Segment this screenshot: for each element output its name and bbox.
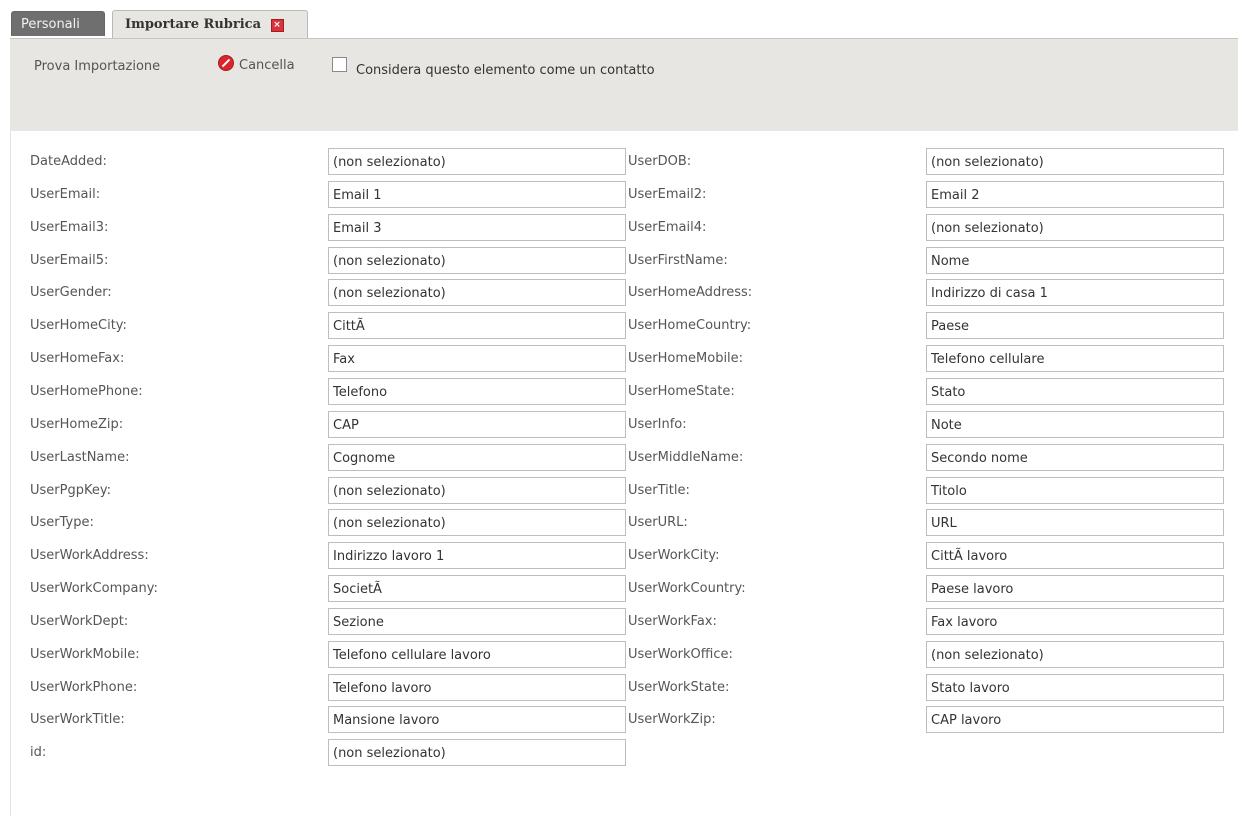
field-label: UserEmail3: [30,220,109,235]
field-mapping-select[interactable]: SocietÃ [328,575,626,602]
field-label: UserWorkCompany: [30,581,158,596]
field-mapping-select[interactable]: CAP [328,411,626,438]
close-icon[interactable]: × [270,19,284,32]
field-mapping-select[interactable]: Email 3 [328,214,626,241]
field-label: UserWorkCity: [628,548,720,563]
field-mapping-select[interactable]: CittÃ lavoro [926,542,1224,569]
field-mapping-select[interactable]: Fax lavoro [926,608,1224,635]
field-mapping-select[interactable]: Indirizzo di casa 1 [926,279,1224,306]
field-label: UserPgpKey: [30,483,111,498]
field-label: UserHomeState: [628,384,735,399]
field-label: UserEmail5: [30,253,109,268]
field-label: UserWorkTitle: [30,712,125,727]
field-mapping-select[interactable]: Nome [926,247,1224,274]
tab-importare-rubrica[interactable]: Importare Rubrica × [112,10,308,38]
field-label: DateAdded: [30,154,107,169]
field-label: UserHomeCountry: [628,318,752,333]
field-label: UserLastName: [30,450,130,465]
tab-bar: Personali Importare Rubrica × [0,0,1238,38]
consider-contact-label: Considera questo elemento come un contat… [356,63,655,78]
field-label: UserEmail4: [628,220,707,235]
field-mapping-select[interactable]: (non selezionato) [328,279,626,306]
field-label: UserInfo: [628,417,687,432]
field-mapping-select[interactable]: CAP lavoro [926,706,1224,733]
field-mapping-select[interactable]: (non selezionato) [926,214,1224,241]
field-mapping-select[interactable]: Paese [926,312,1224,339]
field-label: UserGender: [30,285,112,300]
field-label: UserWorkZip: [628,712,716,727]
field-mapping-select[interactable]: CittÃ [328,312,626,339]
toolbar: Prova Importazione Cancella Considera qu… [10,38,1238,131]
field-label: UserWorkAddress: [30,548,149,563]
field-label: UserEmail2: [628,187,707,202]
field-mapping-select[interactable]: (non selezionato) [328,148,626,175]
field-mapping-select[interactable]: Telefono lavoro [328,674,626,701]
field-mapping-select[interactable]: (non selezionato) [328,477,626,504]
field-mapping-select[interactable]: Secondo nome [926,444,1224,471]
cancella-label: Cancella [239,58,295,73]
prova-importazione-button[interactable]: Prova Importazione [34,59,160,74]
field-label: UserURL: [628,515,688,530]
field-label: UserWorkOffice: [628,647,733,662]
field-mapping-select[interactable]: (non selezionato) [328,509,626,536]
field-mapping-select[interactable]: Paese lavoro [926,575,1224,602]
field-label: UserHomeMobile: [628,351,744,366]
field-mapping-select[interactable]: Cognome [328,444,626,471]
field-mapping-select[interactable]: Mansione lavoro [328,706,626,733]
field-label: UserHomeCity: [30,318,127,333]
field-mapping-select[interactable]: URL [926,509,1224,536]
field-label: UserWorkState: [628,680,730,695]
field-mapping-select[interactable]: (non selezionato) [926,148,1224,175]
field-label: UserWorkMobile: [30,647,140,662]
field-mapping-select[interactable]: Email 1 [328,181,626,208]
field-mapping-select[interactable]: (non selezionato) [328,247,626,274]
field-mapping-select[interactable]: Titolo [926,477,1224,504]
field-label: UserHomePhone: [30,384,143,399]
field-mapping-select[interactable]: Email 2 [926,181,1224,208]
field-label: UserType: [30,515,94,530]
field-label: UserMiddleName: [628,450,744,465]
field-mapping-select[interactable]: Indirizzo lavoro 1 [328,542,626,569]
field-mapping-select[interactable]: Sezione [328,608,626,635]
field-label: UserWorkCountry: [628,581,746,596]
field-label: UserHomeZip: [30,417,124,432]
field-mapping-form: DateAdded: (non selezionato) UserDOB: (non … [10,131,1238,816]
field-label: UserWorkPhone: [30,680,138,695]
field-mapping-select[interactable]: (non selezionato) [926,641,1224,668]
field-mapping-select[interactable]: (non selezionato) [328,739,626,766]
tab-personali-label: Personali [21,17,80,32]
field-label: UserEmail: [30,187,101,202]
field-mapping-select[interactable]: Telefono [328,378,626,405]
field-label: UserHomeAddress: [628,285,753,300]
field-mapping-select[interactable]: Stato lavoro [926,674,1224,701]
field-mapping-select[interactable]: Stato [926,378,1224,405]
field-mapping-select[interactable]: Telefono cellulare [926,345,1224,372]
field-label: UserWorkFax: [628,614,717,629]
tab-importare-rubrica-label: Importare Rubrica [125,17,261,32]
consider-contact-checkbox[interactable] [332,57,347,72]
field-label: UserFirstName: [628,253,728,268]
tab-personali[interactable]: Personali [11,11,105,36]
field-label: UserDOB: [628,154,692,169]
field-label: UserWorkDept: [30,614,129,629]
field-mapping-select[interactable]: Fax [328,345,626,372]
field-label: UserHomeFax: [30,351,125,366]
cancel-icon [218,55,234,71]
field-mapping-select[interactable]: Note [926,411,1224,438]
field-label: UserTitle: [628,483,690,498]
field-mapping-select[interactable]: Telefono cellulare lavoro [328,641,626,668]
field-label: id: [30,745,47,760]
